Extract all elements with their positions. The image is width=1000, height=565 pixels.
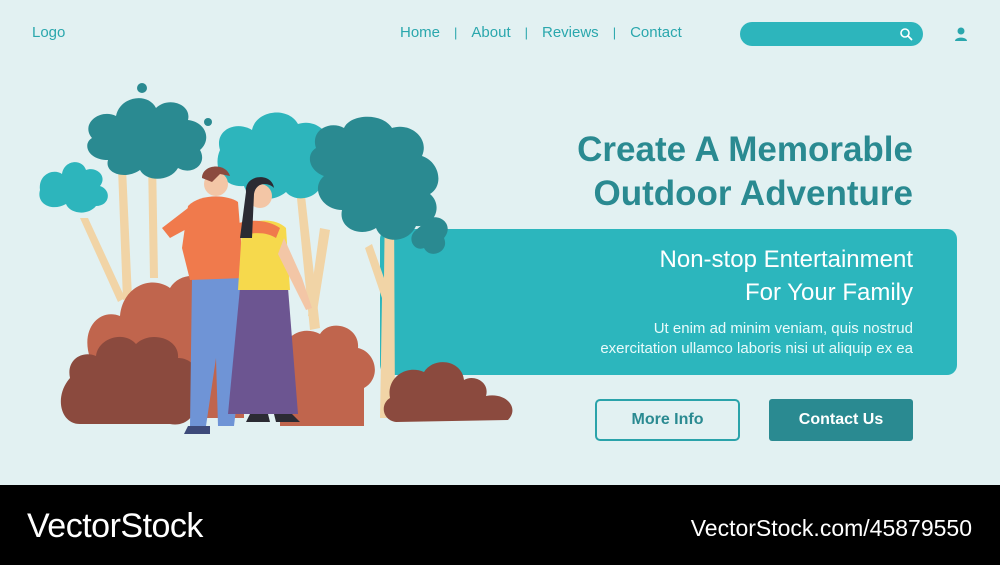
subheadline-line-1: Non-stop Entertainment [659,246,913,273]
headline-line-2: Outdoor Adventure [593,174,913,213]
nav-reviews[interactable]: Reviews [542,24,599,41]
nav-about[interactable]: About [471,24,510,41]
nav-home[interactable]: Home [400,24,440,41]
nav-separator: | [524,25,528,40]
nav-separator: | [612,25,617,40]
more-info-button[interactable]: More Info [595,399,740,441]
nav-separator: | [454,25,458,40]
tree-canopy-small [39,162,108,213]
subheadline-line-2: For Your Family [744,279,913,306]
hero-description: Ut enim ad minim veniam, quis nostrud ex… [493,319,913,359]
tree-canopy-left [87,98,207,179]
search-bar [740,22,923,46]
leaf-dot [204,118,212,126]
nav-contact[interactable]: Contact [630,24,682,41]
watermark-footer: VectorStock VectorStock.com/45879550 [0,485,1000,565]
user-icon[interactable] [953,26,969,42]
watermark-brand: VectorStock [27,507,203,545]
logo[interactable]: Logo [32,24,65,41]
search-input[interactable] [752,22,892,46]
search-icon[interactable] [899,27,913,41]
bush-right [383,362,513,422]
watermark-url: VectorStock.com/45879550 [690,515,972,541]
leaf-dot [137,83,147,93]
hero-subheadline: Non-stop Entertainment For Your Family [493,243,913,309]
hero-headline: Create A Memorable Outdoor Adventure [393,128,913,216]
description-line-2: exercitation ullamco laboris nisi ut ali… [600,340,913,357]
description-line-1: Ut enim ad minim veniam, quis nostrud [653,320,913,337]
headline-line-1: Create A Memorable [577,130,913,169]
landing-page: Logo Home | About | Reviews | Contact Cr… [0,0,1000,485]
main-nav: Home | About | Reviews | Contact [400,24,682,41]
contact-us-button[interactable]: Contact Us [769,399,913,441]
